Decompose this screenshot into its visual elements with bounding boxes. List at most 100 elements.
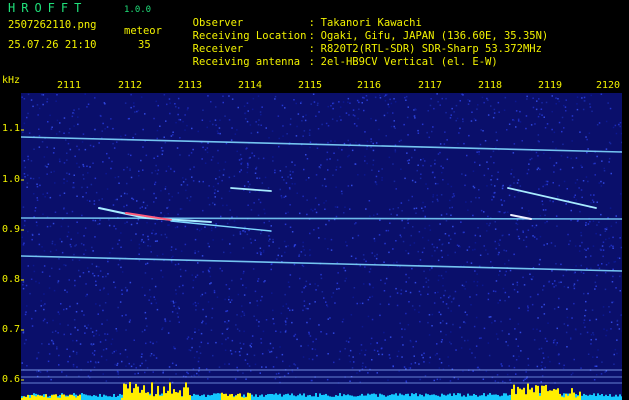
- noise-speck: [493, 162, 495, 164]
- noise-speck: [173, 305, 175, 307]
- noise-speck: [112, 142, 114, 145]
- noise-speck: [265, 127, 267, 129]
- noise-speck: [580, 264, 582, 267]
- noise-speck: [598, 182, 600, 184]
- noise-speck: [205, 322, 207, 325]
- noise-speck: [212, 202, 214, 204]
- noise-speck: [246, 171, 249, 174]
- noise-speck: [592, 334, 595, 336]
- noise-speck: [224, 363, 226, 365]
- noise-speck: [244, 112, 247, 115]
- noise-speck: [255, 168, 257, 170]
- meteor-burst-bar: [153, 396, 155, 400]
- noise-speck: [343, 212, 345, 214]
- noise-speck: [327, 105, 329, 108]
- noise-speck: [44, 303, 46, 305]
- noise-speck: [537, 134, 540, 136]
- noise-speck: [52, 319, 54, 322]
- noise-speck: [621, 314, 622, 317]
- noise-speck: [439, 143, 442, 145]
- noise-speck: [364, 131, 366, 133]
- noise-bar: [355, 396, 357, 400]
- noise-speck: [466, 154, 468, 157]
- noise-speck: [318, 203, 320, 206]
- noise-speck: [574, 182, 577, 184]
- noise-speck: [238, 330, 241, 332]
- noise-speck: [34, 207, 37, 209]
- noise-speck: [371, 252, 373, 254]
- noise-speck: [558, 297, 560, 300]
- noise-speck: [110, 167, 112, 170]
- noise-speck: [475, 316, 478, 319]
- noise-speck: [375, 183, 378, 186]
- noise-speck: [543, 303, 545, 306]
- noise-speck: [603, 328, 605, 330]
- noise-speck: [159, 125, 161, 127]
- noise-speck: [316, 354, 318, 357]
- noise-speck: [259, 247, 262, 249]
- noise-speck: [582, 108, 585, 111]
- noise-speck: [145, 317, 147, 320]
- noise-bar: [337, 395, 339, 400]
- noise-speck: [155, 197, 157, 199]
- noise-speck: [296, 192, 298, 194]
- noise-speck: [26, 305, 28, 307]
- noise-speck: [262, 157, 265, 160]
- noise-speck: [211, 317, 213, 319]
- noise-speck: [224, 161, 227, 163]
- noise-speck: [90, 360, 92, 363]
- noise-speck: [51, 331, 54, 333]
- noise-speck: [61, 251, 64, 254]
- noise-speck: [356, 125, 358, 127]
- noise-speck: [405, 95, 408, 98]
- noise-bar: [307, 395, 309, 400]
- noise-speck: [64, 289, 66, 291]
- noise-speck: [179, 137, 181, 139]
- noise-speck: [153, 192, 155, 195]
- noise-speck: [207, 342, 209, 345]
- noise-speck: [196, 274, 199, 276]
- noise-speck: [188, 154, 190, 157]
- noise-speck: [22, 281, 25, 283]
- noise-speck: [363, 258, 365, 261]
- noise-speck: [337, 147, 340, 149]
- noise-speck: [484, 140, 487, 142]
- noise-speck: [345, 277, 347, 280]
- noise-speck: [383, 261, 385, 263]
- noise-speck: [238, 351, 241, 353]
- noise-speck: [92, 162, 94, 164]
- noise-speck: [53, 147, 55, 149]
- noise-speck: [398, 370, 400, 372]
- noise-speck: [609, 107, 612, 110]
- noise-speck: [149, 296, 152, 298]
- noise-speck: [115, 349, 117, 352]
- noise-speck: [414, 281, 417, 284]
- noise-speck: [541, 375, 544, 377]
- noise-speck: [365, 208, 367, 210]
- noise-speck: [283, 196, 285, 198]
- noise-speck: [395, 240, 397, 242]
- noise-speck: [26, 182, 29, 184]
- noise-speck: [491, 199, 493, 201]
- noise-speck: [515, 110, 518, 112]
- noise-speck: [620, 246, 622, 249]
- y-tick-label: 0.9: [2, 224, 21, 235]
- noise-speck: [567, 233, 569, 236]
- noise-speck: [153, 354, 155, 356]
- noise-speck: [595, 338, 597, 341]
- noise-speck: [154, 181, 157, 184]
- noise-speck: [208, 245, 210, 248]
- noise-speck: [175, 373, 177, 375]
- noise-speck: [592, 356, 594, 358]
- noise-speck: [156, 137, 158, 140]
- noise-speck: [90, 370, 92, 372]
- noise-bar: [267, 394, 269, 400]
- noise-speck: [137, 372, 139, 375]
- noise-speck: [299, 277, 301, 280]
- noise-speck: [396, 355, 399, 358]
- noise-speck: [21, 362, 23, 364]
- noise-speck: [355, 257, 357, 260]
- noise-speck: [414, 149, 416, 151]
- noise-bar: [373, 393, 375, 400]
- noise-speck: [149, 245, 152, 247]
